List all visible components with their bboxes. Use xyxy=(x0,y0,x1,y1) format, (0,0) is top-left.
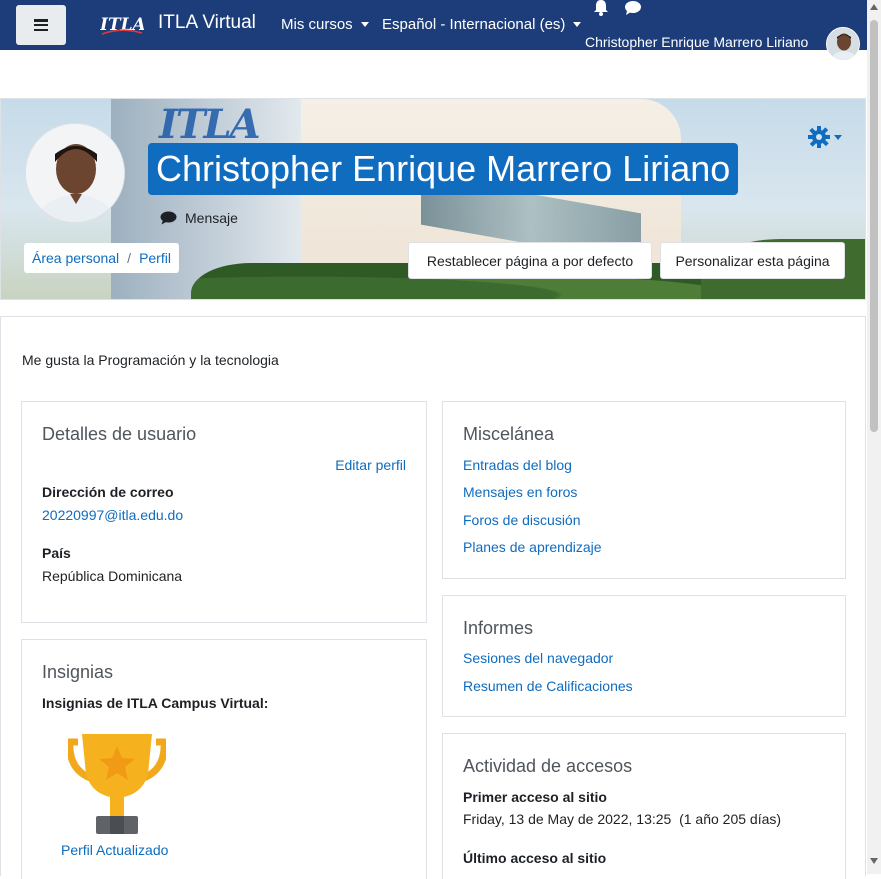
forum-discussions-link[interactable]: Foros de discusión xyxy=(463,512,581,528)
top-navbar: ITLA ITLA Virtual Mis cursos Español - I… xyxy=(0,0,867,61)
banner-sign: ITLA xyxy=(159,101,261,148)
access-activity-card: Actividad de accesos Primer acceso al si… xyxy=(442,733,846,879)
chat-icon[interactable] xyxy=(624,0,642,16)
misc-title: Miscelánea xyxy=(463,424,555,444)
chevron-down-icon xyxy=(834,134,842,140)
email-link[interactable]: 20220997@itla.edu.do xyxy=(42,507,183,523)
user-avatar[interactable] xyxy=(826,27,860,61)
user-details-title: Detalles de usuario xyxy=(42,424,197,444)
comment-icon xyxy=(160,211,177,225)
message-label: Mensaje xyxy=(185,210,238,226)
chevron-down-icon xyxy=(360,22,369,27)
learning-plans-link[interactable]: Planes de aprendizaje xyxy=(463,539,602,555)
profile-photo xyxy=(26,124,124,222)
breadcrumb: Área personal / Perfil xyxy=(24,243,179,273)
forum-posts-link[interactable]: Mensajes en foros xyxy=(463,484,577,500)
bell-icon[interactable] xyxy=(592,0,610,16)
blog-entries-link[interactable]: Entradas del blog xyxy=(463,457,572,473)
user-avatar-image xyxy=(827,28,859,60)
breadcrumb-item-home[interactable]: Área personal xyxy=(32,250,119,266)
profile-main-region: Me gusta la Programación y la tecnologia… xyxy=(0,316,866,879)
language-label: Español - Internacional (es) xyxy=(382,16,566,33)
my-courses-menu[interactable]: Mis cursos xyxy=(281,16,369,33)
my-courses-label: Mis cursos xyxy=(281,16,353,33)
page-scrollbar[interactable] xyxy=(867,0,881,874)
misc-card: Miscelánea Entradas del blog Mensajes en… xyxy=(442,401,846,579)
badge-name-link[interactable]: Perfil Actualizado xyxy=(61,842,168,858)
breadcrumb-item-profile[interactable]: Perfil xyxy=(139,250,171,266)
profile-full-name: Christopher Enrique Marrero Liriano xyxy=(148,143,739,195)
scroll-up-arrow-icon[interactable] xyxy=(870,4,878,10)
edit-profile-link[interactable]: Editar perfil xyxy=(335,457,406,473)
menu-toggle-button[interactable] xyxy=(16,5,66,45)
first-access-value: Friday, 13 de May de 2022, 13:25 (1 año … xyxy=(463,811,782,827)
profile-avatar xyxy=(25,123,125,223)
badges-title: Insignias xyxy=(42,662,114,682)
grades-overview-link[interactable]: Resumen de Calificaciones xyxy=(463,678,633,694)
customize-page-button[interactable]: Personalizar esta página xyxy=(660,242,845,279)
user-menu-name[interactable]: Christopher Enrique Marrero Liriano xyxy=(585,34,808,50)
email-label: Dirección de correo xyxy=(42,484,174,500)
badges-subtitle: Insignias de ITLA Campus Virtual: xyxy=(42,695,269,711)
language-menu[interactable]: Español - Internacional (es) xyxy=(382,16,582,33)
reports-card: Informes Sesiones del navegador Resumen … xyxy=(442,595,846,717)
trophy-icon[interactable] xyxy=(68,732,166,836)
menu-icon xyxy=(34,19,48,31)
reset-page-button[interactable]: Restablecer página a por defecto xyxy=(408,242,652,279)
scroll-thumb[interactable] xyxy=(870,20,878,432)
page-settings-menu[interactable] xyxy=(808,126,842,148)
chevron-down-icon xyxy=(573,22,582,27)
reports-title: Informes xyxy=(463,618,534,638)
scroll-down-arrow-icon[interactable] xyxy=(870,858,878,864)
gear-icon xyxy=(808,126,830,148)
breadcrumb-separator: / xyxy=(127,250,132,266)
profile-description: Me gusta la Programación y la tecnologia xyxy=(22,352,279,368)
badges-card: Insignias Insignias de ITLA Campus Virtu… xyxy=(21,639,427,879)
message-button[interactable]: Mensaje xyxy=(160,210,238,226)
last-access-label: Último acceso al sitio xyxy=(463,850,607,866)
country-value: República Dominicana xyxy=(42,568,183,584)
browser-sessions-link[interactable]: Sesiones del navegador xyxy=(463,650,613,666)
country-label: País xyxy=(42,545,71,561)
itla-logo[interactable]: ITLA xyxy=(100,12,144,38)
access-title: Actividad de accesos xyxy=(463,756,633,776)
site-brand[interactable]: ITLA Virtual xyxy=(158,12,256,34)
first-access-label: Primer acceso al sitio xyxy=(463,789,607,805)
user-details-card: Detalles de usuario Editar perfil Direcc… xyxy=(21,401,427,623)
